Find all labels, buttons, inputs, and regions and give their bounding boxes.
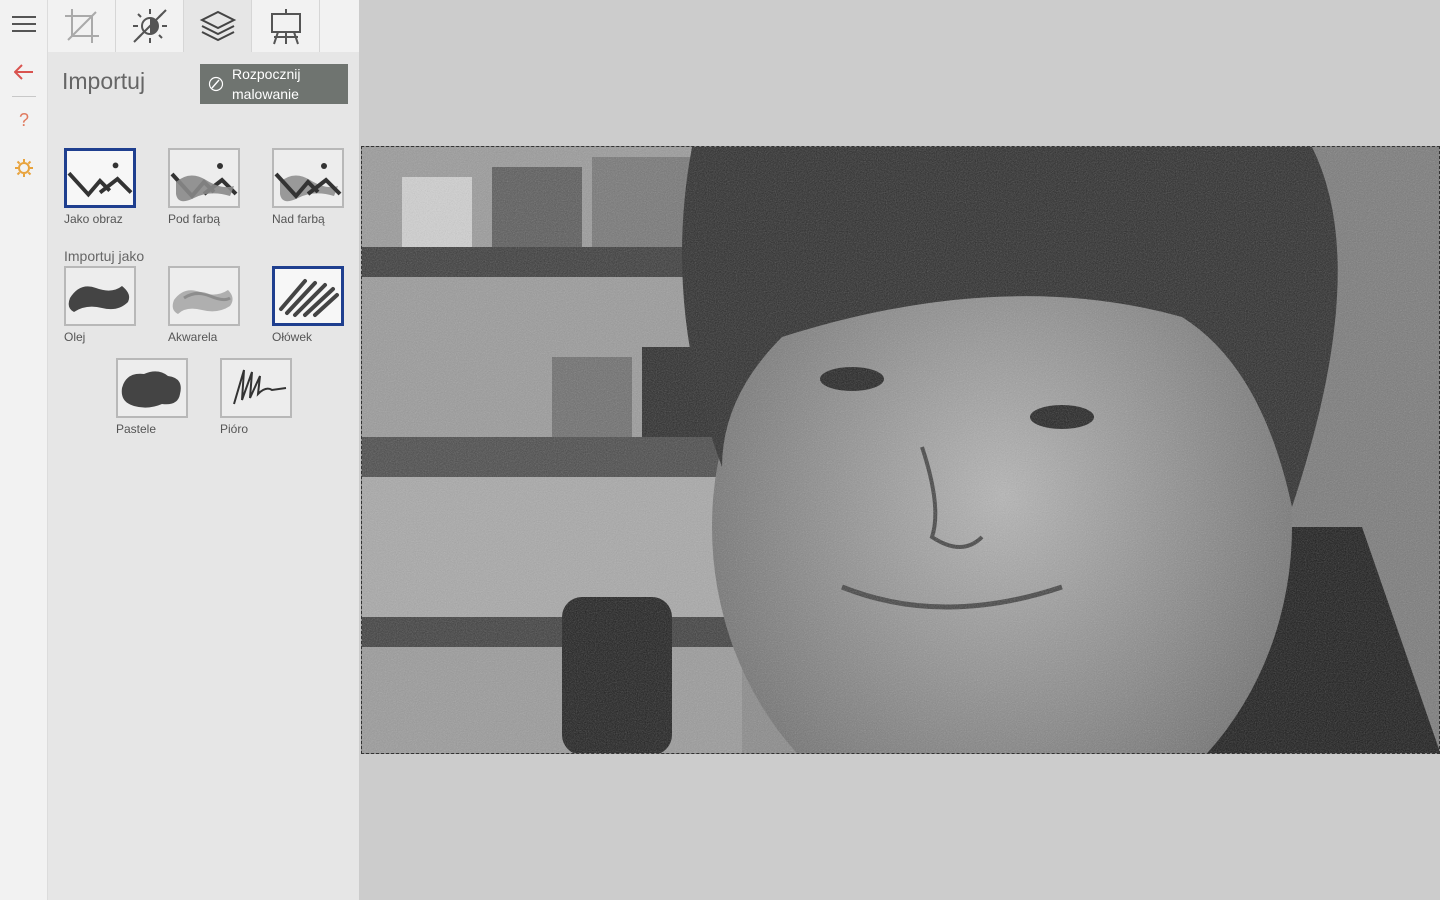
tab-layers[interactable] [184,0,252,52]
option-label: Olej [64,330,86,344]
option-pastels[interactable]: Pastele [116,358,206,436]
panel-title: Importuj [62,68,146,94]
left-rail: ? [0,0,48,900]
easel-icon [270,9,301,45]
import-panel: Importuj Rozpocznij malowanie Jako obraz… [48,0,359,900]
option-label: Pod farbą [168,212,221,226]
pastels-thumbnail [116,358,188,418]
tab-adjust[interactable] [116,0,184,52]
option-oil[interactable]: Olej [64,266,154,344]
oil-thumbnail [64,266,136,326]
tab-crop[interactable] [48,0,116,52]
watercolor-thumbnail [168,266,240,326]
option-label: Nad farbą [272,212,325,226]
over-paint-thumbnail [272,148,344,208]
brush-circle-icon [200,76,232,92]
option-under-paint[interactable]: Pod farbą [168,148,258,226]
start-painting-label: Rozpocznij malowanie [232,66,301,102]
option-pen[interactable]: Pióro [220,358,310,436]
under-paint-thumbnail [168,148,240,208]
arrow-left-icon[interactable] [0,48,48,96]
option-as-image[interactable]: Jako obraz [64,148,154,226]
brightness-icon [132,9,167,43]
canvas-area[interactable] [359,0,1440,900]
option-label: Jako obraz [64,212,123,226]
question-mark-icon: ? [18,109,29,130]
option-label: Pióro [220,422,249,436]
option-label: Akwarela [168,330,218,344]
pen-thumbnail [220,358,292,418]
option-label: Ołówek [272,330,313,344]
option-label: Pastele [116,422,157,436]
tool-tabs [48,0,359,52]
layers-icon [199,10,236,42]
tab-easel[interactable] [252,0,320,52]
help-button[interactable]: ? [0,96,48,144]
option-pencil[interactable]: Ołówek [272,266,362,344]
import-as-label: Importuj jako [64,248,145,264]
as-image-thumbnail [64,148,136,208]
gear-icon[interactable] [0,144,48,192]
option-over-paint[interactable]: Nad farbą [272,148,362,226]
crop-icon [64,9,99,43]
option-watercolor[interactable]: Akwarela [168,266,258,344]
imported-photo[interactable] [361,146,1440,754]
start-painting-button[interactable]: Rozpocznij malowanie [200,64,348,104]
hamburger-menu-icon[interactable] [0,0,48,48]
pencil-thumbnail [272,266,344,326]
